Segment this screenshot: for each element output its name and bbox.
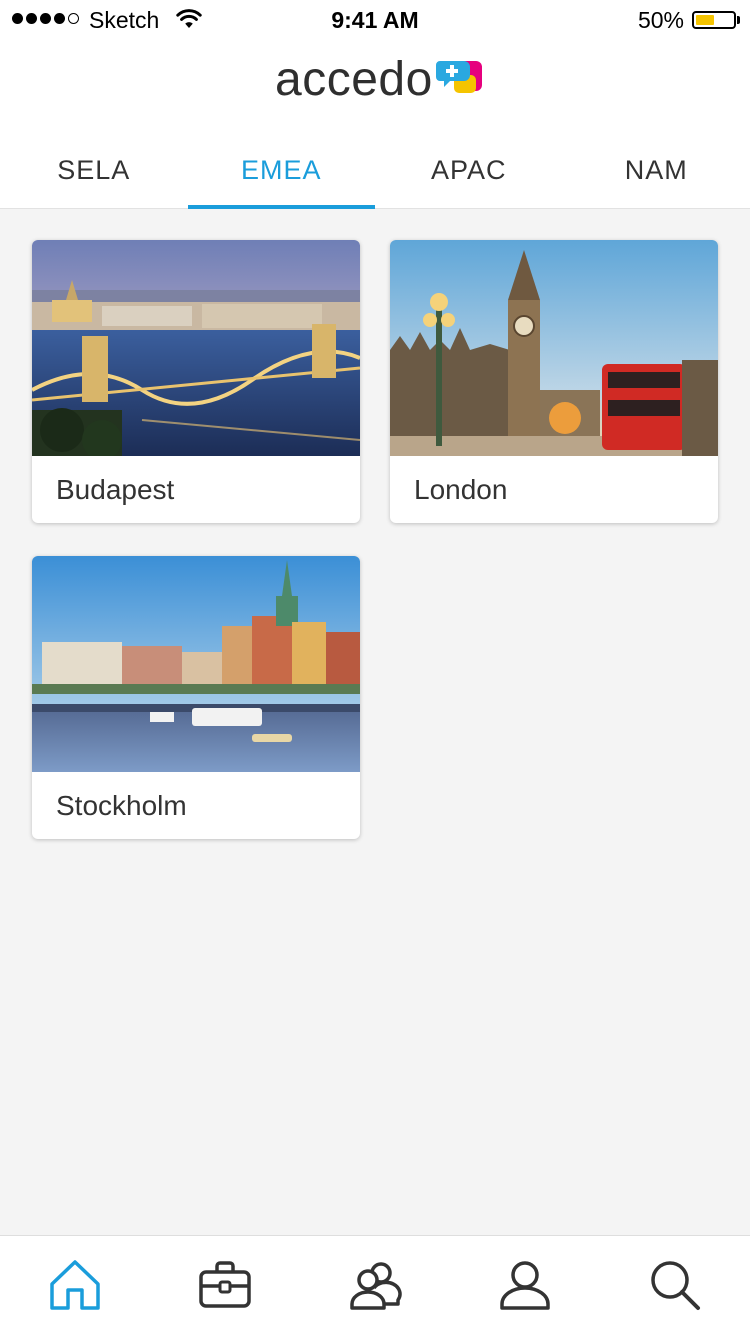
- nav-home[interactable]: [36, 1246, 114, 1324]
- briefcase-icon: [199, 1261, 251, 1308]
- nav-briefcase[interactable]: [186, 1246, 264, 1324]
- app-screen: Sketch 9:41 AM 50% accedo SELA EMEA APAC…: [0, 0, 750, 1334]
- nav-search[interactable]: [636, 1246, 714, 1324]
- city-card-budapest[interactable]: Budapest: [32, 240, 360, 523]
- accedo-plus-logo-icon: [435, 61, 482, 93]
- london-big-ben-photo: [390, 240, 718, 456]
- city-card-stockholm[interactable]: Stockholm: [32, 556, 360, 839]
- home-icon: [50, 1260, 100, 1310]
- battery-icon: [692, 11, 736, 29]
- nav-profile[interactable]: [486, 1246, 564, 1324]
- nav-people[interactable]: [336, 1246, 414, 1324]
- tab-nam[interactable]: NAM: [563, 132, 750, 208]
- city-name: Budapest: [56, 474, 175, 505]
- battery-percentage: 50%: [637, 7, 684, 33]
- search-icon: [651, 1261, 700, 1310]
- budapest-chain-bridge-photo: [32, 240, 360, 456]
- app-header: accedo: [0, 40, 750, 132]
- city-name: Stockholm: [56, 790, 187, 821]
- person-icon: [500, 1261, 550, 1310]
- stockholm-gamla-stan-photo: [32, 556, 360, 772]
- battery-level-fill: [696, 15, 714, 25]
- accedo-logo: accedo: [275, 56, 486, 104]
- tab-emea[interactable]: EMEA: [187, 132, 376, 209]
- tab-apac[interactable]: APAC: [375, 132, 563, 208]
- people-icon: [350, 1262, 402, 1310]
- bottom-navigation: [0, 1235, 750, 1334]
- battery-tip: [737, 16, 740, 24]
- logo-text: accedo: [275, 53, 433, 106]
- city-name: London: [414, 474, 508, 505]
- tab-sela[interactable]: SELA: [0, 132, 188, 208]
- city-card-london[interactable]: London: [390, 240, 718, 523]
- status-bar: Sketch 9:41 AM 50%: [0, 0, 750, 40]
- region-tabs: SELA EMEA APAC NAM: [0, 132, 750, 209]
